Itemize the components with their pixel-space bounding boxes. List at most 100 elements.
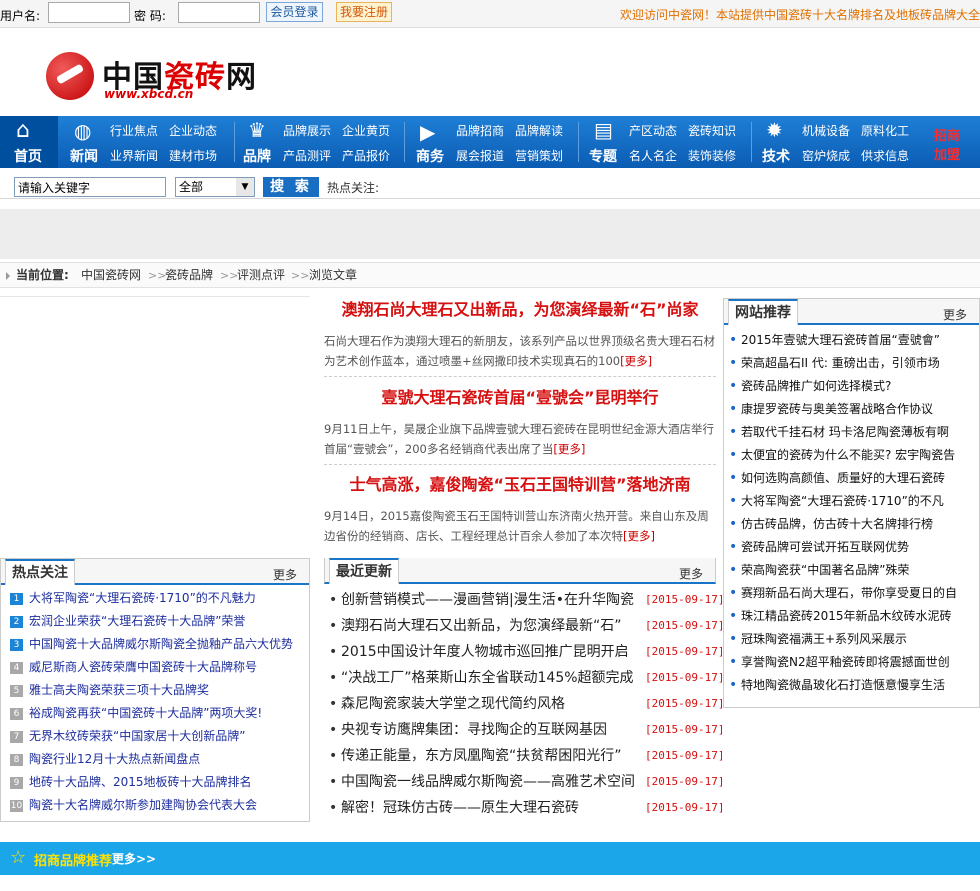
password-input[interactable]	[178, 2, 260, 23]
nav-link-chemicals[interactable]: 原料化工	[861, 122, 909, 139]
list-item[interactable]: 传递正能量，东方凤凰陶瓷“扶贫帮困阳光行”[2015-09-17]	[324, 743, 724, 769]
breadcrumb-marker-icon	[6, 272, 10, 280]
list-item[interactable]: 森尼陶瓷家装大学堂之现代简约风格[2015-09-17]	[324, 691, 724, 717]
nav-tech[interactable]: 技术	[762, 146, 790, 166]
list-item[interactable]: 6 裕成陶瓷再获“中国瓷砖十大品牌”两项大奖!	[1, 702, 309, 725]
nav-link-industry-focus[interactable]: 行业焦点	[110, 122, 158, 139]
nav-link-brand-investment[interactable]: 品牌招商	[456, 122, 504, 139]
more-link[interactable]: [更多]	[623, 529, 655, 543]
list-item[interactable]: 7 无界木纹砖荣获“中国家居十大创新品牌”	[1, 725, 309, 748]
list-item[interactable]: 瓷砖品牌可尝试开拓互联网优势	[724, 536, 979, 559]
nav-link-industry-news[interactable]: 业界新闻	[110, 147, 158, 164]
nav-news[interactable]: 新闻	[70, 146, 98, 166]
breadcrumb-item-home[interactable]: 中国瓷砖网	[81, 263, 141, 288]
list-item[interactable]: 10 陶瓷十大名牌威尔斯参加建陶协会代表大会	[1, 794, 309, 817]
list-item[interactable]: 太便宜的瓷砖为什么不能买? 宏宇陶瓷告	[724, 444, 979, 467]
nav-link-kiln[interactable]: 窑炉烧成	[802, 147, 850, 164]
password-label: 密 码:	[134, 9, 166, 23]
crown-icon: ♛	[248, 118, 266, 142]
more-link[interactable]: [更多]	[620, 354, 652, 368]
nav-business[interactable]: 商务	[416, 146, 444, 166]
headline-title[interactable]: 澳翔石尚大理石又出新品，为您演绎最新“石”尚家	[324, 297, 716, 323]
nav-link-marketing[interactable]: 营销策划	[515, 147, 563, 164]
nav-link-company-news[interactable]: 企业动态	[169, 122, 217, 139]
list-item[interactable]: 4 威尼斯商人瓷砖荣膺中国瓷砖十大品牌称号	[1, 656, 309, 679]
document-icon: ▤	[594, 118, 613, 142]
logo-url: www.xbcd.cn	[104, 87, 194, 101]
list-item[interactable]: 8 陶瓷行业12月十大热点新闻盘点	[1, 748, 309, 771]
recommend-more-link[interactable]: 更多	[943, 306, 967, 323]
nav-link-brand-analysis[interactable]: 品牌解读	[515, 122, 563, 139]
headline-title[interactable]: 壹號大理石瓷砖首届“壹號会”昆明举行	[324, 385, 716, 411]
headline-3: 士气高涨，嘉俊陶瓷“玉石王国特训营”落地济南 9月14日，2015嘉俊陶瓷玉石王…	[324, 472, 716, 546]
nav-link-building-market[interactable]: 建材市场	[169, 147, 217, 164]
breadcrumb-item-brand[interactable]: 瓷砖品牌	[165, 263, 213, 288]
nav-link-region-news[interactable]: 产区动态	[629, 122, 677, 139]
username-label: 用户名:	[0, 9, 41, 23]
breadcrumb-item-review[interactable]: 评测点评	[237, 263, 285, 288]
login-button[interactable]: 会员登录	[266, 2, 323, 22]
list-item[interactable]: 创新营销模式——漫画营销|漫生活•在升华陶瓷[2015-09-17]	[324, 587, 724, 613]
search-button[interactable]: 搜 索	[263, 177, 319, 197]
nav-brand[interactable]: 品牌	[243, 146, 271, 166]
list-item[interactable]: 康提罗瓷砖与奥美签署战略合作协议	[724, 398, 979, 421]
list-item[interactable]: 享誉陶瓷N2超平釉瓷砖即将震撼面世创	[724, 651, 979, 674]
latest-updates-more-link[interactable]: 更多	[679, 565, 703, 582]
list-item[interactable]: 特地陶瓷微晶玻化石打造惬意慢享生活	[724, 674, 979, 697]
list-item[interactable]: 1 大将军陶瓷“大理石瓷砖·1710”的不凡魅力	[1, 587, 309, 610]
list-item[interactable]: 5 雅士高夫陶瓷荣获三项十大品牌奖	[1, 679, 309, 702]
list-item[interactable]: 若取代千挂石材 玛卡洛尼陶瓷薄板有啊	[724, 421, 979, 444]
headline-title[interactable]: 士气高涨，嘉俊陶瓷“玉石王国特训营”落地济南	[324, 472, 716, 498]
username-input[interactable]	[48, 2, 130, 23]
banner-area	[0, 209, 980, 259]
main-nav: ⌂ 首页 ◍ 新闻 行业焦点 企业动态 业界新闻 建材市场 ♛ 品牌 品牌展示 …	[0, 116, 980, 168]
search-input[interactable]	[14, 177, 166, 197]
list-item[interactable]: 大将军陶瓷“大理石瓷砖·1710”的不凡	[724, 490, 979, 513]
register-button[interactable]: 我要注册	[336, 2, 392, 22]
list-item[interactable]: 仿古砖品牌，仿古砖十大名牌排行榜	[724, 513, 979, 536]
star-icon: ☆	[10, 847, 27, 868]
nav-link-yellow-pages[interactable]: 企业黄页	[342, 122, 390, 139]
more-link[interactable]: [更多]	[553, 442, 585, 456]
list-item[interactable]: 如何选购高颜值、质量好的大理石瓷砖	[724, 467, 979, 490]
nav-special[interactable]: 专题	[589, 146, 617, 166]
list-item[interactable]: 赛翔新品石尚大理石，带你享受夏日的自	[724, 582, 979, 605]
headline-2: 壹號大理石瓷砖首届“壹號会”昆明举行 9月11日上午，昊晟企业旗下品牌壹號大理石…	[324, 385, 716, 465]
breadcrumb-item-article: 浏览文章	[309, 268, 358, 282]
list-item[interactable]: 2015年壹號大理石瓷砖首届“壹號會”	[724, 329, 979, 352]
list-item[interactable]: 瓷砖品牌推广如何选择模式?	[724, 375, 979, 398]
list-item[interactable]: 9 地砖十大品牌、2015地板砖十大品牌排名	[1, 771, 309, 794]
list-item[interactable]: 3 中国陶瓷十大品牌威尔斯陶瓷全抛釉产品六大优势	[1, 633, 309, 656]
list-item[interactable]: 荣高陶瓷获“中国著名品牌”殊荣	[724, 559, 979, 582]
list-item[interactable]: 央视专访鹰牌集团：寻找陶企的互联网基因[2015-09-17]	[324, 717, 724, 743]
list-item[interactable]: 解密！冠珠仿古砖——原生大理石瓷砖[2015-09-17]	[324, 795, 724, 821]
category-select[interactable]: 全部 ▼	[175, 177, 255, 197]
nav-link-tile-knowledge[interactable]: 瓷砖知识	[688, 122, 736, 139]
list-item[interactable]: 澳翔石尚大理石又出新品，为您演绎最新“石”[2015-09-17]	[324, 613, 724, 639]
list-item[interactable]: 2 宏润企业荣获“大理石瓷砖十大品牌”荣誉	[1, 610, 309, 633]
recommend-panel: 网站推荐 更多 2015年壹號大理石瓷砖首届“壹號會” 荣高超晶石II 代: 重…	[723, 298, 980, 708]
hot-focus-panel: 热点关注 更多 1 大将军陶瓷“大理石瓷砖·1710”的不凡魅力 2 宏润企业荣获“…	[0, 558, 310, 822]
chevron-down-icon: ▼	[236, 178, 254, 196]
list-item[interactable]: 中国陶瓷一线品牌威尔斯陶瓷——高雅艺术空间[2015-09-17]	[324, 769, 724, 795]
nav-link-product-price[interactable]: 产品报价	[342, 147, 390, 164]
nav-link-supply-demand[interactable]: 供求信息	[861, 147, 909, 164]
list-item[interactable]: 2015中国设计年度人物城市巡回推广昆明开启[2015-09-17]	[324, 639, 724, 665]
brand-recommend-more-link[interactable]: 更多>>	[112, 850, 156, 867]
hot-focus-more-link[interactable]: 更多	[273, 566, 297, 583]
nav-join-line1[interactable]: 招商	[934, 125, 960, 144]
nav-link-product-review[interactable]: 产品测评	[283, 147, 331, 164]
nav-link-brand-show[interactable]: 品牌展示	[283, 122, 331, 139]
nav-link-exhibition-report[interactable]: 展会报道	[456, 147, 504, 164]
nav-join-line2[interactable]: 加盟	[934, 144, 960, 163]
nav-link-machinery[interactable]: 机械设备	[802, 122, 850, 139]
list-item[interactable]: “决战工厂”格莱斯山东全省联动145%超额完成[2015-09-17]	[324, 665, 724, 691]
list-item[interactable]: 荣高超晶石II 代: 重磅出击，引领市场	[724, 352, 979, 375]
list-item[interactable]: 珠江精品瓷砖2015年新品木纹砖水泥砖	[724, 605, 979, 628]
latest-updates-title: 最近更新	[329, 558, 399, 584]
site-logo[interactable]: 中国瓷砖网 www.xbcd.cn	[46, 52, 266, 104]
nav-link-decoration[interactable]: 装饰装修	[688, 147, 736, 164]
list-item[interactable]: 冠珠陶瓷福满王+系列风采展示	[724, 628, 979, 651]
nav-link-celebrities[interactable]: 名人名企	[629, 147, 677, 164]
nav-home[interactable]: ⌂ 首页	[0, 116, 58, 168]
